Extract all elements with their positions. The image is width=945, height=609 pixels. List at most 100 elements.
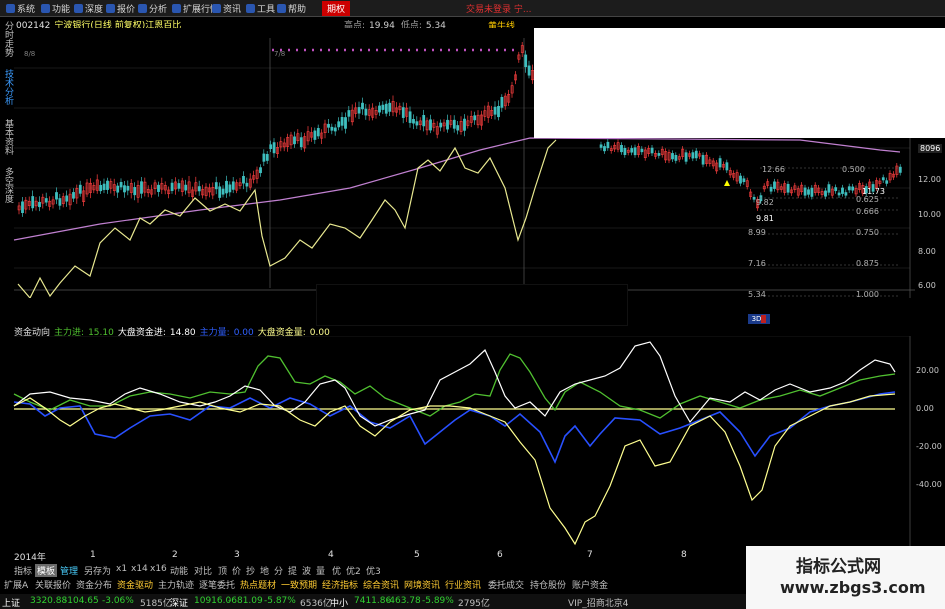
- candle-body-153: [603, 146, 606, 152]
- menu-analysis[interactable]: 分析: [149, 2, 167, 15]
- candle-body-73: [265, 154, 269, 161]
- tab-best[interactable]: 优: [332, 564, 341, 577]
- tools-icon: [246, 4, 255, 13]
- tab-x16[interactable]: x16: [150, 564, 167, 574]
- tab-hot-topics[interactable]: 热点题材: [240, 578, 276, 591]
- tab-related-quote[interactable]: 关联报价: [35, 578, 71, 591]
- tab-x14[interactable]: x14: [131, 564, 148, 574]
- candle-body-202: [769, 186, 773, 192]
- fib-price-2: 8.99: [748, 228, 766, 237]
- candle-body-177: [684, 152, 688, 162]
- sh-index-label[interactable]: 上证: [2, 596, 20, 609]
- tab-web-news[interactable]: 网境资讯: [404, 578, 440, 591]
- candle-body-100: [357, 107, 361, 114]
- candle-body-49: [184, 184, 188, 191]
- tab-momentum[interactable]: 动能: [170, 564, 188, 577]
- sz-index-label[interactable]: 深证: [170, 596, 188, 609]
- candle-body-1: [21, 201, 24, 213]
- tab-wave[interactable]: 波: [302, 564, 311, 577]
- candle-body-101: [361, 102, 364, 110]
- tab-main-track[interactable]: 主力轨迹: [158, 578, 194, 591]
- big-in-line: [13, 341, 896, 427]
- candle-body-83: [299, 137, 303, 148]
- candle-body-62: [228, 184, 232, 193]
- candle-body-140: [493, 106, 497, 115]
- sh-index-change: -104.65: [64, 596, 99, 606]
- menu-quote[interactable]: 报价: [117, 2, 135, 15]
- tab-indicator[interactable]: 指标: [14, 564, 32, 577]
- candle-body-173: [671, 153, 674, 160]
- menu-options[interactable]: 期权: [322, 1, 351, 16]
- candle-body-47: [177, 183, 181, 189]
- watermark-url: www.zbgs3.com: [780, 578, 926, 597]
- tab-holdings[interactable]: 持仓股份: [530, 578, 566, 591]
- volume-button[interactable]: 3D: [748, 314, 770, 324]
- tab-compare[interactable]: 对比: [194, 564, 212, 577]
- candle-body-149: [524, 54, 528, 68]
- candle-body-96: [344, 117, 347, 129]
- candle-body-159: [623, 147, 627, 155]
- menu-help[interactable]: 帮助: [288, 2, 306, 15]
- candle-body-6: [38, 201, 41, 208]
- tab-general-news[interactable]: 综合资讯: [363, 578, 399, 591]
- candle-body-24: [99, 184, 103, 192]
- tab-fund-drive[interactable]: 资金驱动: [117, 578, 153, 591]
- price-chart[interactable]: [0, 28, 945, 298]
- candle-body-16: [72, 192, 75, 199]
- menu-news[interactable]: 资讯: [223, 2, 241, 15]
- tab-industry-news[interactable]: 行业资讯: [445, 578, 481, 591]
- menu-tools[interactable]: 工具: [257, 2, 275, 15]
- tab-price[interactable]: 价: [232, 564, 241, 577]
- sme-index-label[interactable]: 中小: [330, 596, 348, 609]
- candle-body-8: [44, 198, 48, 203]
- candle-body-119: [422, 115, 426, 127]
- tab-tick-order[interactable]: 逐笔委托: [199, 578, 235, 591]
- candle-body-4: [31, 196, 35, 209]
- menu-depth[interactable]: 深度: [85, 2, 103, 15]
- tab-best2[interactable]: 优2: [346, 564, 361, 577]
- tab-divide[interactable]: 分: [274, 564, 283, 577]
- tab-account-funds[interactable]: 账户资金: [572, 578, 608, 591]
- flow-chart[interactable]: [0, 336, 945, 548]
- tab-consensus[interactable]: 一致预期: [281, 578, 317, 591]
- tab-volume[interactable]: 量: [316, 564, 325, 577]
- tab-x1[interactable]: x1: [116, 564, 127, 574]
- sz-index-pct: -5.87%: [264, 596, 296, 606]
- vip-server[interactable]: VIP_招商北京4: [568, 596, 628, 609]
- menu-function[interactable]: 功能: [52, 2, 70, 15]
- candle-body-174: [674, 154, 678, 161]
- tab-orders[interactable]: 委托成交: [488, 578, 524, 591]
- candle-body-214: [810, 187, 814, 197]
- fib-pct-1: 0.666: [856, 207, 879, 216]
- tab-fund-distribution[interactable]: 资金分布: [76, 578, 112, 591]
- tab-lift[interactable]: 提: [288, 564, 297, 577]
- price-label-8: 8.00: [918, 247, 936, 256]
- candle-body-107: [381, 104, 385, 110]
- candle-body-161: [630, 148, 634, 153]
- tab-ground[interactable]: 地: [260, 564, 269, 577]
- candle-body-102: [364, 108, 368, 116]
- main-flow-line: [13, 391, 896, 464]
- tab-save-as[interactable]: 另存为: [84, 564, 111, 577]
- menu-bar: 系统 功能 深度 报价 分析 扩展行情 资讯 工具 帮助 期权 交易未登录 宁.…: [0, 0, 945, 17]
- candle-body-93: [333, 127, 337, 132]
- candle-body-29: [116, 185, 120, 193]
- candle-body-58: [214, 182, 218, 190]
- candle-body-154: [606, 141, 610, 149]
- ext-icon: [172, 4, 181, 13]
- price-label-current: 8096: [918, 144, 943, 153]
- tab-ext-a[interactable]: 扩展A: [4, 578, 28, 591]
- sme-index-amount: 2795亿: [458, 599, 490, 609]
- tab-copy[interactable]: 抄: [246, 564, 255, 577]
- fib-price-3: 7.16: [748, 259, 766, 268]
- tab-best3[interactable]: 优3: [366, 564, 381, 577]
- sme-index-change: -463.78: [386, 596, 421, 606]
- candle-body-226: [851, 186, 855, 191]
- tab-top[interactable]: 顶: [218, 564, 227, 577]
- menu-system[interactable]: 系统: [17, 2, 35, 15]
- candle-body-134: [473, 115, 477, 121]
- tab-template[interactable]: 模板: [35, 564, 58, 577]
- login-status[interactable]: 交易未登录 宁...: [466, 2, 531, 15]
- tab-manage[interactable]: 管理: [60, 564, 78, 577]
- tab-econ-indicators[interactable]: 经济指标: [322, 578, 358, 591]
